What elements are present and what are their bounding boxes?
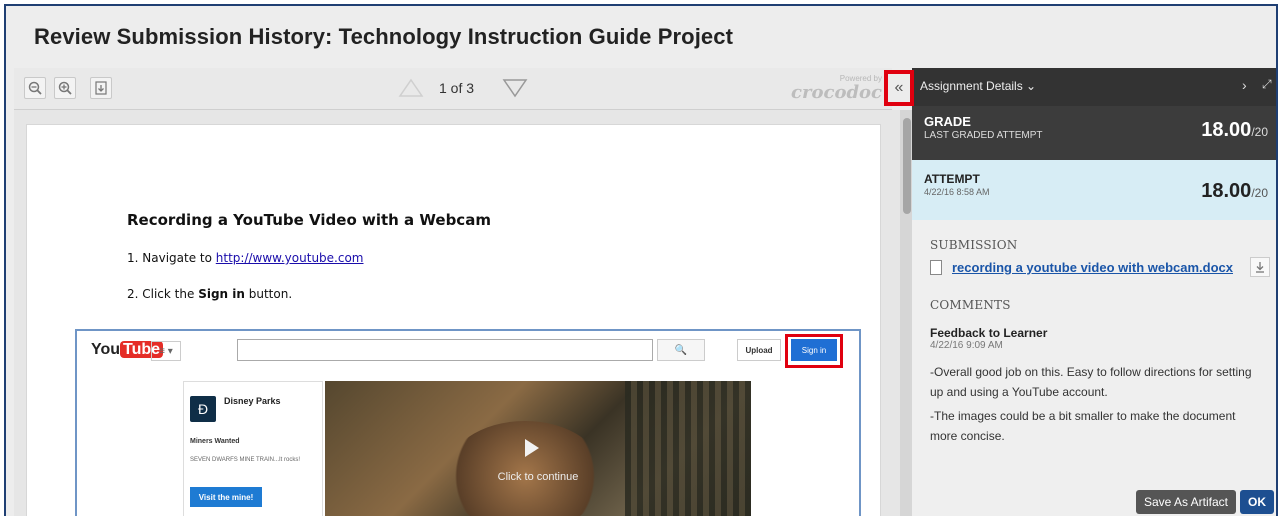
grade-value: 18.00/20 — [1201, 119, 1268, 141]
feedback-title: Feedback to Learner — [930, 326, 1048, 340]
feedback-line: -Overall good job on this. Easy to follo… — [930, 365, 1252, 379]
zoom-in-button[interactable] — [54, 77, 76, 99]
upload-button-image: Upload — [737, 339, 781, 361]
assignment-details-dropdown[interactable]: Assignment Details ⌄ — [920, 79, 1036, 93]
feedback-line: up and using a YouTube account. — [930, 385, 1108, 399]
download-document-button[interactable] — [90, 77, 112, 99]
download-icon — [1256, 262, 1264, 273]
attempt-date: 4/22/16 8:58 AM — [924, 187, 990, 197]
crocodoc-brand: crocodoc — [791, 82, 882, 103]
ad-card: Ð Disney Parks Miners Wanted SEVEN DWARF… — [183, 381, 323, 516]
submission-file-link[interactable]: recording a youtube video with webcam.do… — [952, 260, 1233, 275]
chevron-right-icon[interactable]: › — [1242, 77, 1247, 93]
submission-heading: SUBMISSION — [930, 238, 1018, 252]
grade-label: GRADE — [924, 114, 971, 129]
expand-icon[interactable]: ⤢ — [1262, 77, 1272, 92]
save-as-artifact-button[interactable]: Save As Artifact — [1136, 490, 1236, 514]
grade-summary: GRADE LAST GRADED ATTEMPT 18.00/20 — [912, 106, 1276, 160]
viewer-toolbar: 1 of 3 Powered by crocodoc — [14, 68, 892, 110]
video-thumbnail: Click to continue — [325, 381, 751, 516]
download-icon — [95, 81, 107, 95]
next-page-icon[interactable] — [502, 78, 528, 98]
feedback-line: more concise. — [930, 429, 1005, 443]
crocodoc-logo: Powered by crocodoc — [790, 74, 886, 104]
page-counter: 1 of 3 — [439, 80, 475, 96]
play-icon — [525, 439, 539, 457]
youtube-search-box — [237, 339, 653, 361]
disney-logo-icon: Ð — [190, 396, 216, 422]
video-caption: Click to continue — [497, 471, 579, 483]
ad-visit-button: Visit the mine! — [190, 487, 262, 507]
document-scrollbar-thumb[interactable] — [903, 118, 911, 214]
zoom-in-icon — [58, 81, 72, 95]
grade-sub-label: LAST GRADED ATTEMPT — [924, 130, 1043, 141]
document-heading: Recording a YouTube Video with a Webcam — [127, 211, 491, 229]
review-submission-window: Review Submission History: Technology In… — [4, 4, 1278, 516]
panel-header: Assignment Details ⌄ › ⤢ — [912, 68, 1276, 106]
download-file-button[interactable] — [1250, 257, 1270, 277]
search-icon: 🔍 — [657, 339, 705, 361]
document-step-2: 2. Click the Sign in button. — [127, 287, 293, 301]
attempt-label: ATTEMPT — [924, 172, 980, 186]
zoom-out-icon — [28, 81, 42, 95]
attempt-grade: 18.00/20 — [1201, 180, 1268, 202]
feedback-line: -The images could be a bit smaller to ma… — [930, 409, 1236, 423]
youtube-link[interactable]: http://www.youtube.com — [216, 251, 364, 265]
document-viewer: Recording a YouTube Video with a Webcam … — [14, 110, 900, 516]
menu-icon: ≡ ▾ — [151, 341, 181, 361]
page-title: Review Submission History: Technology In… — [34, 24, 733, 49]
attempt-row[interactable]: ATTEMPT 4/22/16 8:58 AM 18.00/20 — [912, 160, 1276, 220]
ok-button[interactable]: OK — [1240, 490, 1274, 514]
sign-in-highlight — [785, 334, 843, 368]
ad-headline: Miners Wanted — [190, 438, 240, 445]
zoom-out-button[interactable] — [24, 77, 46, 99]
comments-heading: COMMENTS — [930, 298, 1011, 312]
assignment-details-panel: Assignment Details ⌄ › ⤢ GRADE LAST GRAD… — [912, 68, 1276, 516]
ad-text: SEVEN DWARFS MINE TRAIN...It rocks! — [190, 457, 301, 463]
double-chevron-left-icon: « — [894, 79, 904, 96]
file-icon — [930, 260, 942, 275]
feedback-date: 4/22/16 9:09 AM — [930, 340, 1003, 351]
document-step-1: 1. Navigate to http://www.youtube.com — [127, 251, 364, 265]
ad-title: Disney Parks — [224, 396, 281, 406]
previous-page-icon[interactable] — [398, 78, 424, 98]
document-page: Recording a YouTube Video with a Webcam … — [26, 124, 881, 516]
collapse-panel-button[interactable]: « — [884, 70, 914, 106]
youtube-screenshot-image: You Tube ≡ ▾ 🔍 Upload Sign in Ð Disney Pa… — [75, 329, 861, 516]
